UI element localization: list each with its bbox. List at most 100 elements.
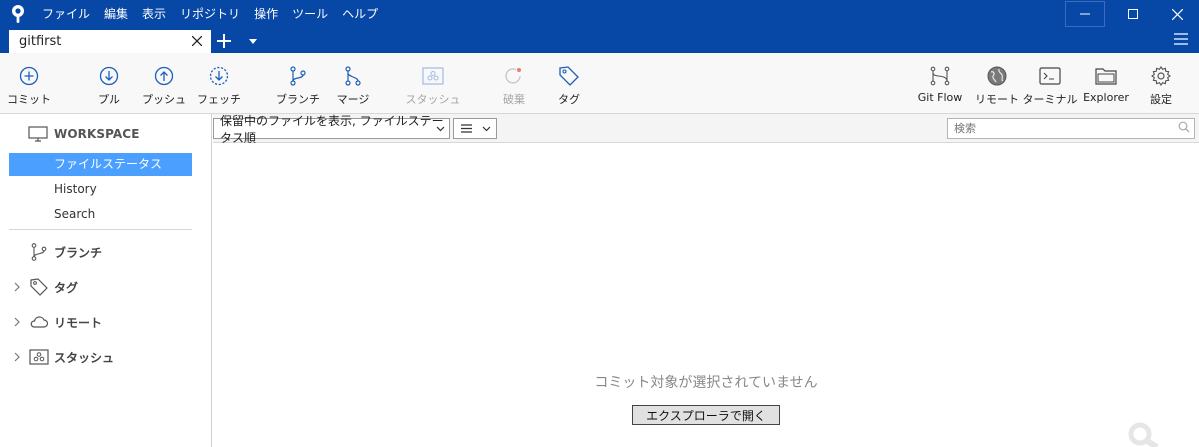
- pull-button[interactable]: プル: [91, 53, 127, 113]
- workspace-header: WORKSPACE: [28, 126, 140, 142]
- main-panel: コミット対象が選択されていません エクスプローラで開く: [213, 143, 1199, 447]
- menu-repository[interactable]: リポジトリ: [173, 0, 247, 28]
- chevron-right-icon[interactable]: [12, 276, 22, 298]
- tag-label: タグ: [558, 93, 580, 106]
- tab-repository[interactable]: gitfirst: [9, 30, 211, 53]
- window-controls: [1065, 0, 1199, 28]
- stash-icon: [28, 346, 50, 368]
- push-label: プッシュ: [142, 93, 186, 106]
- branch-icon: [28, 241, 50, 263]
- view-mode-dropdown[interactable]: [453, 118, 497, 139]
- hamburger-menu-button[interactable]: [1173, 32, 1189, 48]
- chevron-right-icon[interactable]: [12, 311, 22, 333]
- menu-tools[interactable]: ツール: [285, 0, 335, 28]
- menu-actions[interactable]: 操作: [247, 0, 285, 28]
- menu-help[interactable]: ヘルプ: [335, 0, 385, 28]
- caret-down-icon: [249, 38, 257, 44]
- plus-icon: [217, 34, 231, 48]
- chevron-right-icon[interactable]: [12, 346, 22, 368]
- branch-button[interactable]: ブランチ: [276, 53, 320, 113]
- monitor-icon: [28, 126, 48, 142]
- stash-button[interactable]: スタッシュ: [405, 53, 461, 113]
- sidebar: WORKSPACE ファイルステータス History Search ブランチ …: [0, 114, 212, 447]
- fetch-label: フェッチ: [197, 93, 241, 106]
- minimize-button[interactable]: [1065, 1, 1105, 27]
- gear-icon: [1149, 64, 1173, 88]
- menu-bar: ファイル 編集 表示 リポジトリ 操作 ツール ヘルプ: [36, 0, 385, 28]
- maximize-button[interactable]: [1111, 0, 1155, 28]
- chevron-down-icon: [436, 126, 445, 132]
- close-window-button[interactable]: [1155, 0, 1199, 28]
- sidebar-group-stashes[interactable]: スタッシュ: [12, 346, 114, 368]
- filter-bar: 保留中のファイルを表示, ファイルステータス順: [213, 114, 1199, 145]
- remotes-label: リモート: [54, 315, 103, 330]
- sidebar-group-branches[interactable]: ブランチ: [12, 241, 102, 263]
- no-commit-message: コミット対象が選択されていません: [594, 375, 818, 391]
- sidebar-item-file-status[interactable]: ファイルステータス: [9, 153, 192, 176]
- remote-button[interactable]: リモート: [975, 53, 1019, 113]
- fetch-button[interactable]: フェッチ: [197, 53, 241, 113]
- push-icon: [152, 64, 176, 88]
- maximize-icon: [1128, 9, 1138, 19]
- terminal-label: ターミナル: [1022, 93, 1078, 106]
- stash-icon: [421, 64, 445, 88]
- tag-icon: [28, 276, 50, 298]
- stash-label: スタッシュ: [405, 93, 461, 106]
- sidebar-group-tags[interactable]: タグ: [12, 276, 78, 298]
- tab-close-icon[interactable]: [189, 33, 205, 49]
- chevron-down-icon: [482, 126, 491, 132]
- merge-label: マージ: [336, 93, 370, 106]
- settings-label: 設定: [1150, 93, 1172, 106]
- discard-icon: [502, 64, 526, 88]
- cloud-icon: [28, 311, 50, 333]
- git-flow-label: Git Flow: [917, 91, 963, 104]
- file-filter-value: 保留中のファイルを表示, ファイルステータス順: [220, 113, 444, 145]
- sidebar-group-remotes[interactable]: リモート: [12, 311, 102, 333]
- discard-button[interactable]: 破棄: [497, 53, 531, 113]
- workspace-label: WORKSPACE: [54, 127, 140, 141]
- menu-file[interactable]: ファイル: [36, 0, 97, 28]
- merge-button[interactable]: マージ: [334, 53, 372, 113]
- tab-list-dropdown[interactable]: [246, 34, 260, 48]
- fetch-icon: [207, 64, 231, 88]
- hamburger-icon: [1174, 33, 1188, 45]
- close-icon: [1171, 8, 1183, 20]
- folder-icon: [1094, 64, 1118, 88]
- terminal-icon: [1038, 64, 1062, 88]
- terminal-button[interactable]: ターミナル: [1022, 53, 1078, 113]
- sidebar-item-history[interactable]: History: [9, 178, 192, 201]
- title-bar: ファイル 編集 表示 リポジトリ 操作 ツール ヘルプ: [0, 0, 1199, 28]
- settings-button[interactable]: 設定: [1143, 53, 1179, 113]
- commit-icon: [17, 64, 41, 88]
- commit-button[interactable]: コミット: [7, 53, 51, 113]
- stashes-label: スタッシュ: [54, 350, 115, 365]
- sidebar-divider: [9, 229, 192, 230]
- menu-view[interactable]: 表示: [135, 0, 173, 28]
- tag-icon: [557, 64, 581, 88]
- explorer-button[interactable]: Explorer: [1081, 53, 1131, 113]
- tab-bar: gitfirst: [0, 28, 1199, 53]
- search-input[interactable]: [947, 118, 1195, 139]
- sourcetree-logo-icon: [0, 0, 36, 28]
- globe-icon: [985, 64, 1009, 88]
- explorer-label: Explorer: [1083, 91, 1129, 104]
- commit-label: コミット: [7, 93, 51, 106]
- open-in-explorer-button[interactable]: エクスプローラで開く: [632, 405, 780, 425]
- tag-button[interactable]: タグ: [552, 53, 586, 113]
- remote-label: リモート: [975, 93, 1019, 106]
- git-flow-button[interactable]: Git Flow: [914, 53, 966, 113]
- search-icon: [1178, 121, 1190, 133]
- sidebar-item-search[interactable]: Search: [9, 203, 192, 226]
- branch-label: ブランチ: [276, 93, 320, 106]
- minimize-icon: [1080, 13, 1090, 15]
- menu-edit[interactable]: 編集: [97, 0, 135, 28]
- pull-icon: [97, 64, 121, 88]
- new-tab-button[interactable]: [214, 32, 234, 50]
- git-flow-icon: [928, 64, 952, 88]
- branches-label: ブランチ: [54, 245, 103, 260]
- tab-title: gitfirst: [19, 34, 62, 49]
- pull-label: プル: [98, 93, 120, 106]
- push-button[interactable]: プッシュ: [142, 53, 186, 113]
- file-filter-dropdown[interactable]: 保留中のファイルを表示, ファイルステータス順: [213, 114, 450, 145]
- discard-label: 破棄: [503, 93, 525, 106]
